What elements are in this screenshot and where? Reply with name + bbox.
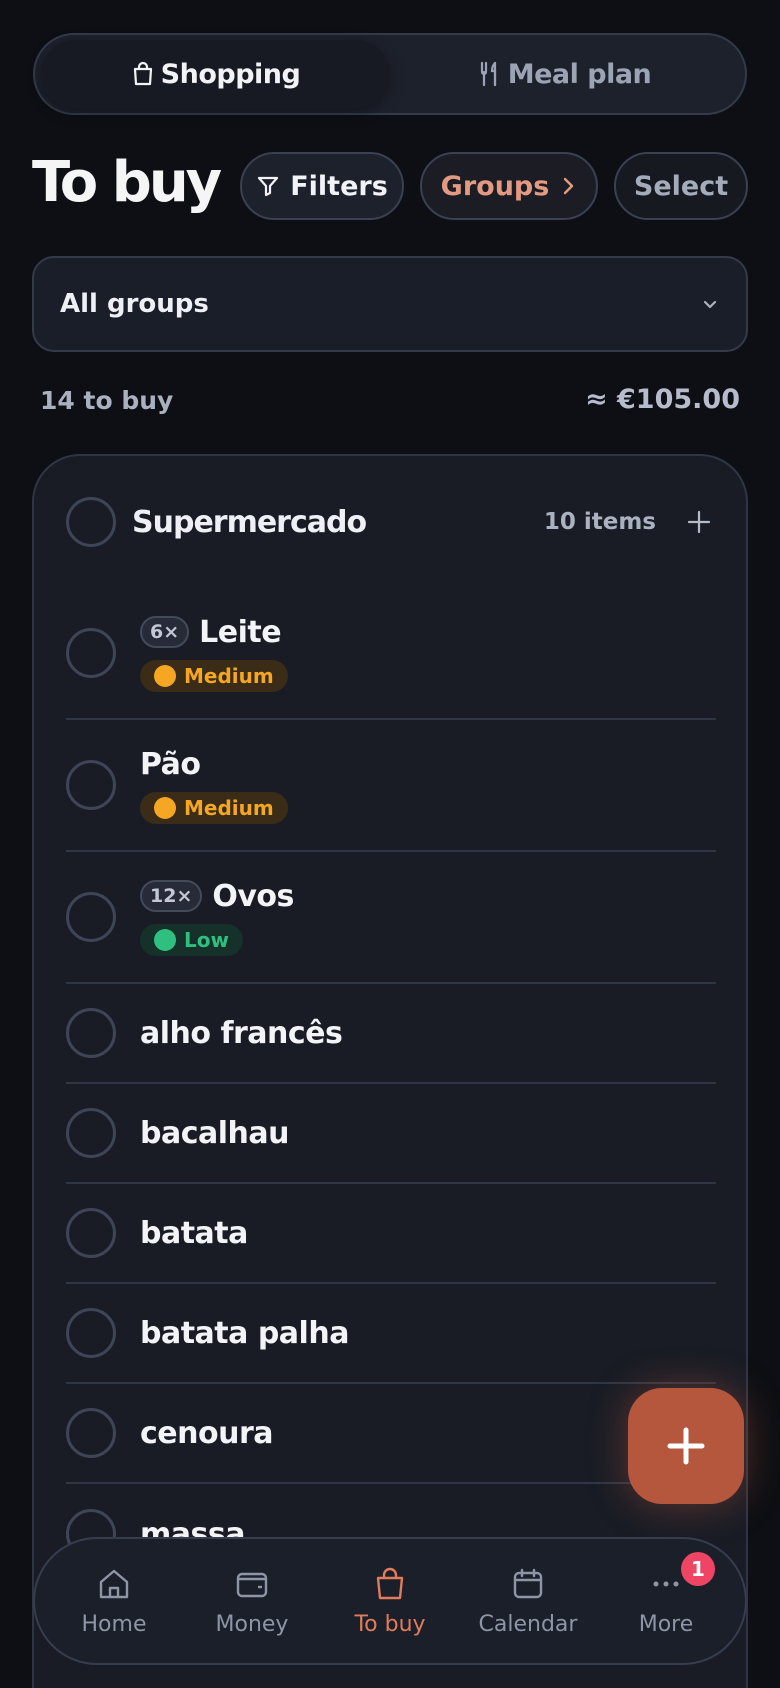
groups-button[interactable]: Groups (420, 152, 598, 220)
quantity-badge: 6× (140, 616, 190, 648)
chevron-down-icon (703, 300, 717, 309)
list-item[interactable]: cenoura (66, 1384, 716, 1484)
utensils-icon (480, 61, 496, 87)
calendar-icon (513, 1568, 543, 1598)
nav-money-label: Money (215, 1611, 289, 1637)
item-checkbox[interactable] (66, 892, 116, 942)
nav-to-buy-label: To buy (354, 1611, 426, 1637)
filter-icon (258, 176, 279, 197)
nav-money[interactable]: Money (183, 1566, 321, 1637)
filters-label: Filters (290, 170, 388, 202)
wallet-icon (236, 1572, 268, 1597)
tab-meal-plan-label: Meal plan (507, 58, 652, 90)
mode-switch: Shopping Meal plan (33, 33, 747, 115)
more-dots-icon (653, 1581, 679, 1586)
quantity-badge: 12× (140, 880, 203, 912)
filters-button[interactable]: Filters (240, 152, 404, 220)
group-checkbox[interactable] (66, 497, 116, 547)
group-filter-value: All groups (60, 289, 209, 319)
notification-badge: 1 (681, 1551, 715, 1586)
group-name: Supermercado (132, 504, 367, 540)
item-checkbox[interactable] (66, 760, 116, 810)
nav-more[interactable]: 1 More (597, 1551, 735, 1637)
priority-dot-icon (154, 796, 176, 819)
tab-meal-plan[interactable]: Meal plan (390, 40, 739, 108)
item-checkbox[interactable] (66, 1308, 116, 1358)
select-button[interactable]: Select (614, 152, 748, 220)
tab-shopping[interactable]: Shopping (41, 40, 390, 108)
group-header: Supermercado 10 items (34, 456, 746, 588)
add-item-button[interactable] (628, 1388, 744, 1504)
priority-badge: Low (140, 923, 243, 956)
group-card: Supermercado 10 items 6× Leite Medium Pã… (32, 454, 748, 1688)
item-name: Ovos (212, 878, 294, 914)
item-list: 6× Leite Medium Pão Medium 12× Ovos Low … (66, 588, 716, 1584)
item-checkbox[interactable] (66, 1108, 116, 1158)
item-name: batata palha (140, 1315, 349, 1351)
chevron-right-icon (564, 177, 574, 195)
item-name: Leite (199, 614, 282, 650)
list-item[interactable]: batata (66, 1184, 716, 1284)
list-item[interactable]: 12× Ovos Low (66, 852, 716, 984)
select-label: Select (633, 170, 729, 202)
item-name: alho francês (140, 1015, 343, 1051)
item-checkbox[interactable] (66, 1008, 116, 1058)
list-item[interactable]: 6× Leite Medium (66, 588, 716, 720)
priority-badge: Medium (140, 659, 288, 692)
tab-shopping-label: Shopping (160, 58, 301, 90)
priority-dot-icon (154, 928, 176, 951)
items-to-buy-count: 14 to buy (40, 386, 174, 415)
item-name: Pão (140, 746, 201, 782)
plus-icon[interactable] (686, 509, 712, 535)
item-name: cenoura (140, 1415, 274, 1451)
nav-calendar[interactable]: Calendar (459, 1566, 597, 1637)
group-filter-dropdown[interactable]: All groups (32, 256, 748, 352)
groups-label: Groups (440, 170, 550, 202)
nav-calendar-label: Calendar (478, 1611, 578, 1637)
bag-icon (376, 1567, 404, 1599)
estimated-total: ≈ €105.00 (585, 384, 740, 415)
priority-label: Medium (184, 663, 274, 688)
bottom-nav: Home Money To buy Calendar 1 More (33, 1537, 747, 1665)
plus-icon (667, 1427, 705, 1465)
list-item[interactable]: batata palha (66, 1284, 716, 1384)
item-checkbox[interactable] (66, 1208, 116, 1258)
item-checkbox[interactable] (66, 1408, 116, 1458)
nav-to-buy[interactable]: To buy (321, 1566, 459, 1637)
priority-label: Medium (184, 795, 274, 820)
priority-dot-icon (154, 664, 176, 687)
item-name: batata (140, 1215, 248, 1251)
nav-home-label: Home (81, 1611, 147, 1637)
home-icon (99, 1569, 129, 1598)
page-title: To buy (32, 150, 222, 215)
priority-label: Low (184, 927, 229, 952)
bag-icon (133, 61, 152, 86)
item-name: bacalhau (140, 1115, 290, 1151)
group-item-count: 10 items (543, 509, 656, 535)
nav-home[interactable]: Home (45, 1566, 183, 1637)
list-item[interactable]: alho francês (66, 984, 716, 1084)
list-item[interactable]: bacalhau (66, 1084, 716, 1184)
item-checkbox[interactable] (66, 628, 116, 678)
nav-more-label: More (638, 1611, 694, 1637)
priority-badge: Medium (140, 791, 288, 824)
list-item[interactable]: Pão Medium (66, 720, 716, 852)
